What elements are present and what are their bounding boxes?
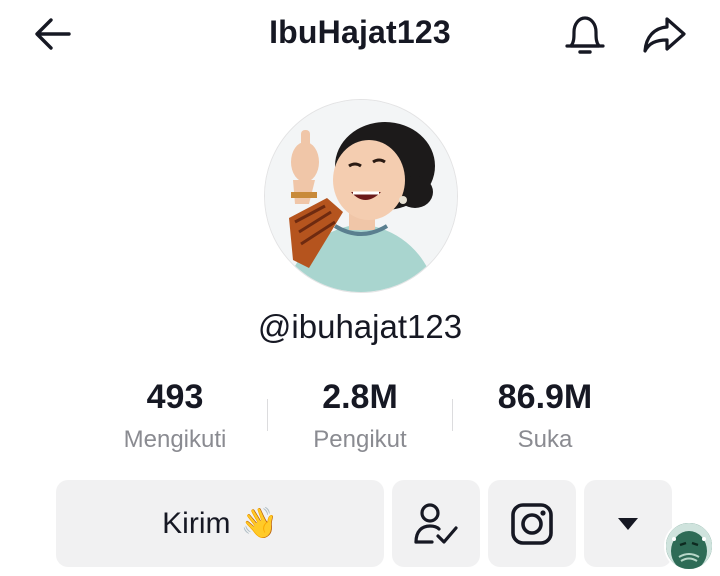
following-status-button[interactable] (392, 480, 480, 567)
top-bar: IbuHajat123 (0, 0, 720, 70)
instagram-icon (511, 502, 553, 545)
stat-likes-value: 86.9M (497, 378, 593, 416)
stat-likes-label: Suka (517, 426, 573, 453)
stat-followers-value: 2.8M (322, 378, 398, 416)
share-button[interactable] (638, 10, 690, 60)
profile-avatar[interactable] (264, 99, 458, 293)
caret-down-icon (618, 517, 638, 530)
profile-handle: @ibuhajat123 (257, 308, 463, 345)
stat-following-value: 493 (146, 378, 204, 416)
floating-avatar-badge[interactable] (664, 521, 714, 571)
character-avatar-icon (666, 523, 712, 569)
stat-likes[interactable]: 86.9M Suka (450, 376, 640, 456)
more-options-button[interactable] (584, 480, 672, 567)
stat-followers-label: Pengikut (313, 426, 407, 453)
avatar-photo (265, 100, 457, 292)
notification-button[interactable] (560, 10, 610, 60)
user-check-icon (414, 502, 458, 544)
instagram-button[interactable] (488, 480, 576, 567)
kirim-label: Kirim (162, 506, 231, 540)
kirim-button[interactable]: Kirim 👋 (56, 480, 384, 567)
waving-hand-icon: 👋 (240, 507, 278, 540)
stat-followers[interactable]: 2.8M Pengikut (265, 376, 455, 456)
share-arrow-icon (643, 17, 686, 53)
stat-following[interactable]: 493 Mengikuti (80, 376, 270, 456)
page-title: IbuHajat123 (269, 14, 451, 50)
bell-icon (565, 16, 605, 54)
stat-following-label: Mengikuti (123, 426, 227, 453)
